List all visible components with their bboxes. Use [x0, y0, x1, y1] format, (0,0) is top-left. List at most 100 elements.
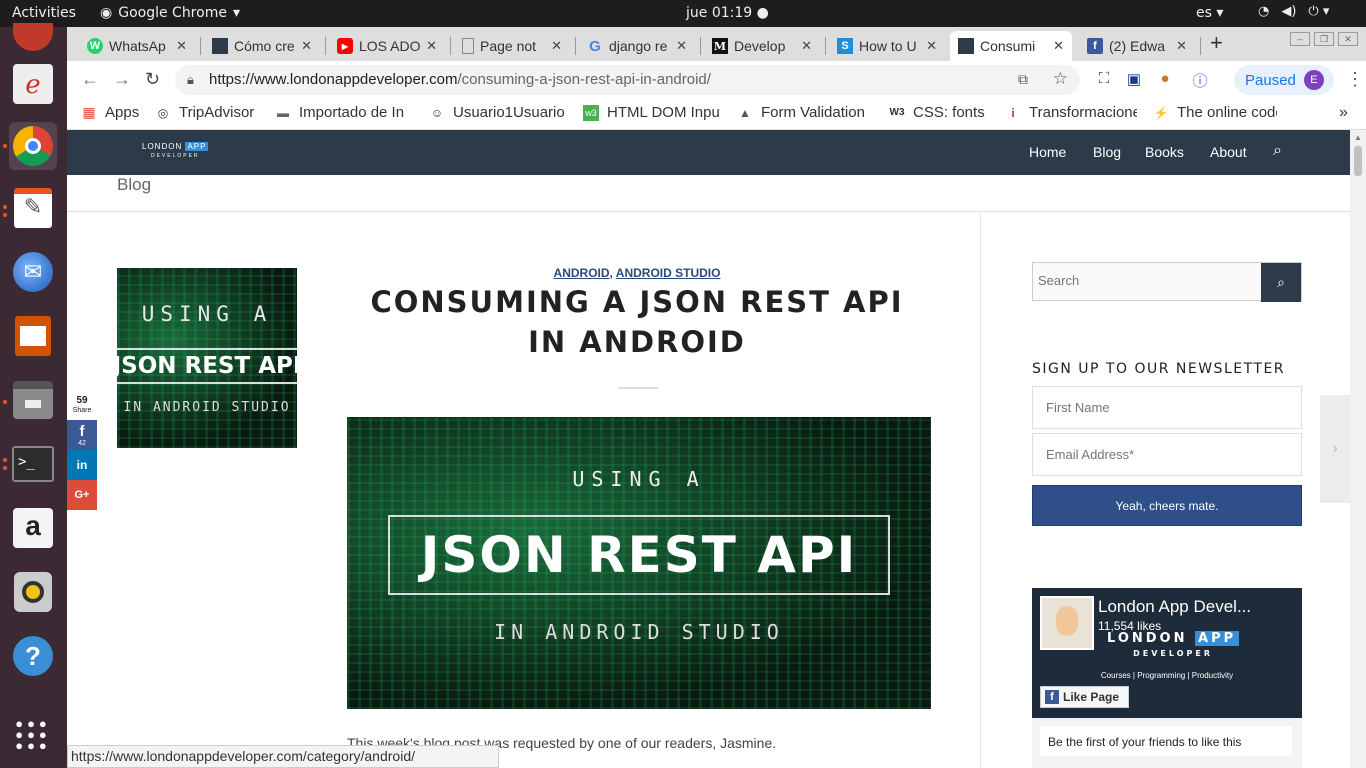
- tab-page-not-found[interactable]: Page not ✕: [454, 31, 570, 61]
- next-post-arrow[interactable]: ›: [1320, 395, 1350, 503]
- tab-title: Consumi: [980, 38, 1036, 54]
- close-icon[interactable]: ✕: [551, 38, 562, 54]
- logo-text-london: LONDON: [142, 142, 183, 151]
- close-icon[interactable]: ✕: [801, 38, 812, 54]
- app-menu[interactable]: ◉ Google Chrome ▾: [100, 5, 240, 21]
- scrollbar-thumb[interactable]: [1354, 146, 1362, 176]
- nav-blog[interactable]: Blog: [1093, 144, 1121, 160]
- tab-medium[interactable]: M Develop ✕: [704, 31, 820, 61]
- more-bookmarks-icon[interactable]: »: [1339, 104, 1348, 122]
- thumbnail-text-line1: USING A: [141, 302, 273, 326]
- thunderbird-app-icon[interactable]: ✉: [9, 248, 57, 296]
- rhythmbox-app-icon[interactable]: [9, 568, 57, 616]
- first-name-field[interactable]: [1032, 386, 1302, 429]
- bookmark-css-fonts[interactable]: W3 CSS: fonts: [889, 104, 999, 121]
- page-scrollbar[interactable]: ▲: [1350, 130, 1366, 768]
- bookmark-usuario[interactable]: ☺ Usuario1Usuario: [429, 104, 567, 121]
- category-android-link[interactable]: ANDROID: [554, 266, 610, 280]
- nav-home[interactable]: Home: [1029, 144, 1066, 160]
- fb-friends-text: Be the first of your friends to like thi…: [1040, 726, 1292, 756]
- terminal-app-icon[interactable]: >_: [9, 440, 57, 488]
- first-name-input[interactable]: [1046, 400, 1286, 415]
- post-thumbnail[interactable]: USING A JSON REST API IN ANDROID STUDIO: [117, 268, 297, 448]
- files-app-icon[interactable]: [9, 376, 57, 424]
- bookmark-html-dom[interactable]: w3 HTML DOM Inpu: [583, 104, 721, 121]
- reload-button[interactable]: ↻: [145, 69, 160, 90]
- minimize-window-button[interactable]: –: [1290, 32, 1310, 46]
- text-editor-app-icon[interactable]: ✎: [9, 184, 57, 232]
- partial-app-icon[interactable]: [9, 13, 57, 61]
- facebook-share-button[interactable]: f 42: [67, 420, 97, 450]
- tab-como-crear[interactable]: Cómo cre ✕: [204, 31, 320, 61]
- scroll-up-icon[interactable]: ▲: [1354, 133, 1362, 142]
- forward-button[interactable]: →: [113, 69, 131, 90]
- close-icon[interactable]: ✕: [176, 38, 187, 54]
- new-tab-button[interactable]: +: [1210, 30, 1223, 56]
- reader-extension-icon[interactable]: ▣: [1124, 70, 1144, 90]
- clock[interactable]: jue 01:19 ●: [686, 5, 769, 21]
- system-top-bar: Activities ◉ Google Chrome ▾ jue 01:19 ● e…: [0, 0, 1366, 27]
- amazon-app-icon[interactable]: a: [9, 504, 57, 552]
- tab-how-to[interactable]: S How to U ✕: [829, 31, 945, 61]
- system-tray[interactable]: ◔ ◀) ⏻ ▾: [1258, 4, 1329, 19]
- language-indicator[interactable]: es ▾: [1196, 5, 1223, 21]
- chrome-app-icon[interactable]: [9, 122, 57, 170]
- kebab-menu-icon[interactable]: ⋮: [1346, 69, 1364, 90]
- show-applications-icon[interactable]: ●●● ●●● ●●●: [9, 710, 57, 758]
- category-android-studio-link[interactable]: ANDROID STUDIO: [616, 266, 721, 280]
- fb-like-page-button[interactable]: f Like Page: [1040, 686, 1129, 708]
- search-icon[interactable]: ⌕: [1273, 142, 1282, 160]
- bookmark-transformaciones[interactable]: i Transformacione: [1005, 104, 1137, 121]
- bookmark-folder-importado[interactable]: ▬ Importado de In: [275, 104, 411, 121]
- bookmark-form-validation[interactable]: ▲ Form Validation: [737, 104, 875, 121]
- newsletter-submit-button[interactable]: Yeah, cheers mate.: [1032, 485, 1302, 526]
- facebook-page-widget: London App Devel... 11,554 likes LONDON …: [1032, 588, 1302, 768]
- maximize-window-button[interactable]: ❐: [1314, 32, 1334, 46]
- googleplus-share-button[interactable]: G+: [67, 480, 97, 510]
- profile-paused-button[interactable]: Paused E: [1234, 65, 1334, 95]
- tab-consuming-active[interactable]: Consumi ✕: [950, 31, 1072, 61]
- nav-books[interactable]: Books: [1145, 144, 1184, 160]
- tab-google-django[interactable]: Gdjango re ✕: [579, 31, 695, 61]
- close-icon[interactable]: ✕: [926, 38, 937, 54]
- sidebar-search-input[interactable]: [1038, 273, 1258, 288]
- tab-title: How to U: [859, 38, 917, 54]
- address-bar[interactable]: 🔒︎ https://www.londonappdeveloper.com/co…: [175, 65, 1080, 95]
- sidebar-search-button[interactable]: ⌕: [1261, 263, 1301, 302]
- bookmark-label: Importado de In: [299, 104, 405, 121]
- cookie-extension-icon[interactable]: ●: [1155, 70, 1175, 90]
- breadcrumb-blog[interactable]: Blog: [117, 175, 151, 195]
- avatar[interactable]: [1040, 596, 1094, 650]
- newsletter-title: SIGN UP TO OUR NEWSLETTER: [1032, 361, 1286, 377]
- close-icon[interactable]: ✕: [1176, 38, 1187, 54]
- back-button[interactable]: ←: [81, 69, 99, 90]
- screenshot-extension-icon[interactable]: ⛶: [1094, 70, 1114, 90]
- close-icon[interactable]: ✕: [1053, 38, 1064, 54]
- linkedin-share-button[interactable]: in: [67, 450, 97, 480]
- fb-page-name[interactable]: London App Devel...: [1098, 597, 1251, 617]
- lock-icon[interactable]: 🔒︎: [187, 72, 194, 88]
- translate-icon[interactable]: ⧉: [1018, 71, 1028, 88]
- tab-whatsapp[interactable]: W WhatsAp ✕: [79, 31, 195, 61]
- site-logo[interactable]: LONDON APP DEVELOPER: [142, 142, 209, 160]
- facebook-icon: f: [1087, 38, 1103, 54]
- url-text[interactable]: https://www.londonappdeveloper.com/consu…: [209, 71, 711, 88]
- impress-app-icon[interactable]: [9, 312, 57, 360]
- mail-app-icon[interactable]: ℯ: [9, 60, 57, 108]
- info-extension-icon[interactable]: ⓘ: [1190, 70, 1210, 90]
- tab-facebook[interactable]: f (2) Edwa ✕: [1079, 31, 1195, 61]
- bookmark-label: HTML DOM Inpu: [607, 104, 720, 121]
- bookmark-apps[interactable]: ▦ Apps: [81, 104, 143, 121]
- bookmark-star-icon[interactable]: ☆: [1053, 69, 1068, 89]
- help-app-icon[interactable]: ?: [9, 632, 57, 680]
- email-field[interactable]: [1032, 433, 1302, 476]
- email-input[interactable]: [1046, 447, 1286, 462]
- close-window-button[interactable]: ✕: [1338, 32, 1358, 46]
- bookmark-online-code[interactable]: ⚡ The online code: [1153, 104, 1277, 121]
- close-icon[interactable]: ✕: [301, 38, 312, 54]
- nav-about[interactable]: About: [1210, 144, 1247, 160]
- close-icon[interactable]: ✕: [676, 38, 687, 54]
- close-icon[interactable]: ✕: [426, 38, 437, 54]
- tab-youtube[interactable]: ▶ LOS ADO ✕: [329, 31, 445, 61]
- bookmark-tripadvisor[interactable]: ◎ TripAdvisor: [155, 104, 265, 121]
